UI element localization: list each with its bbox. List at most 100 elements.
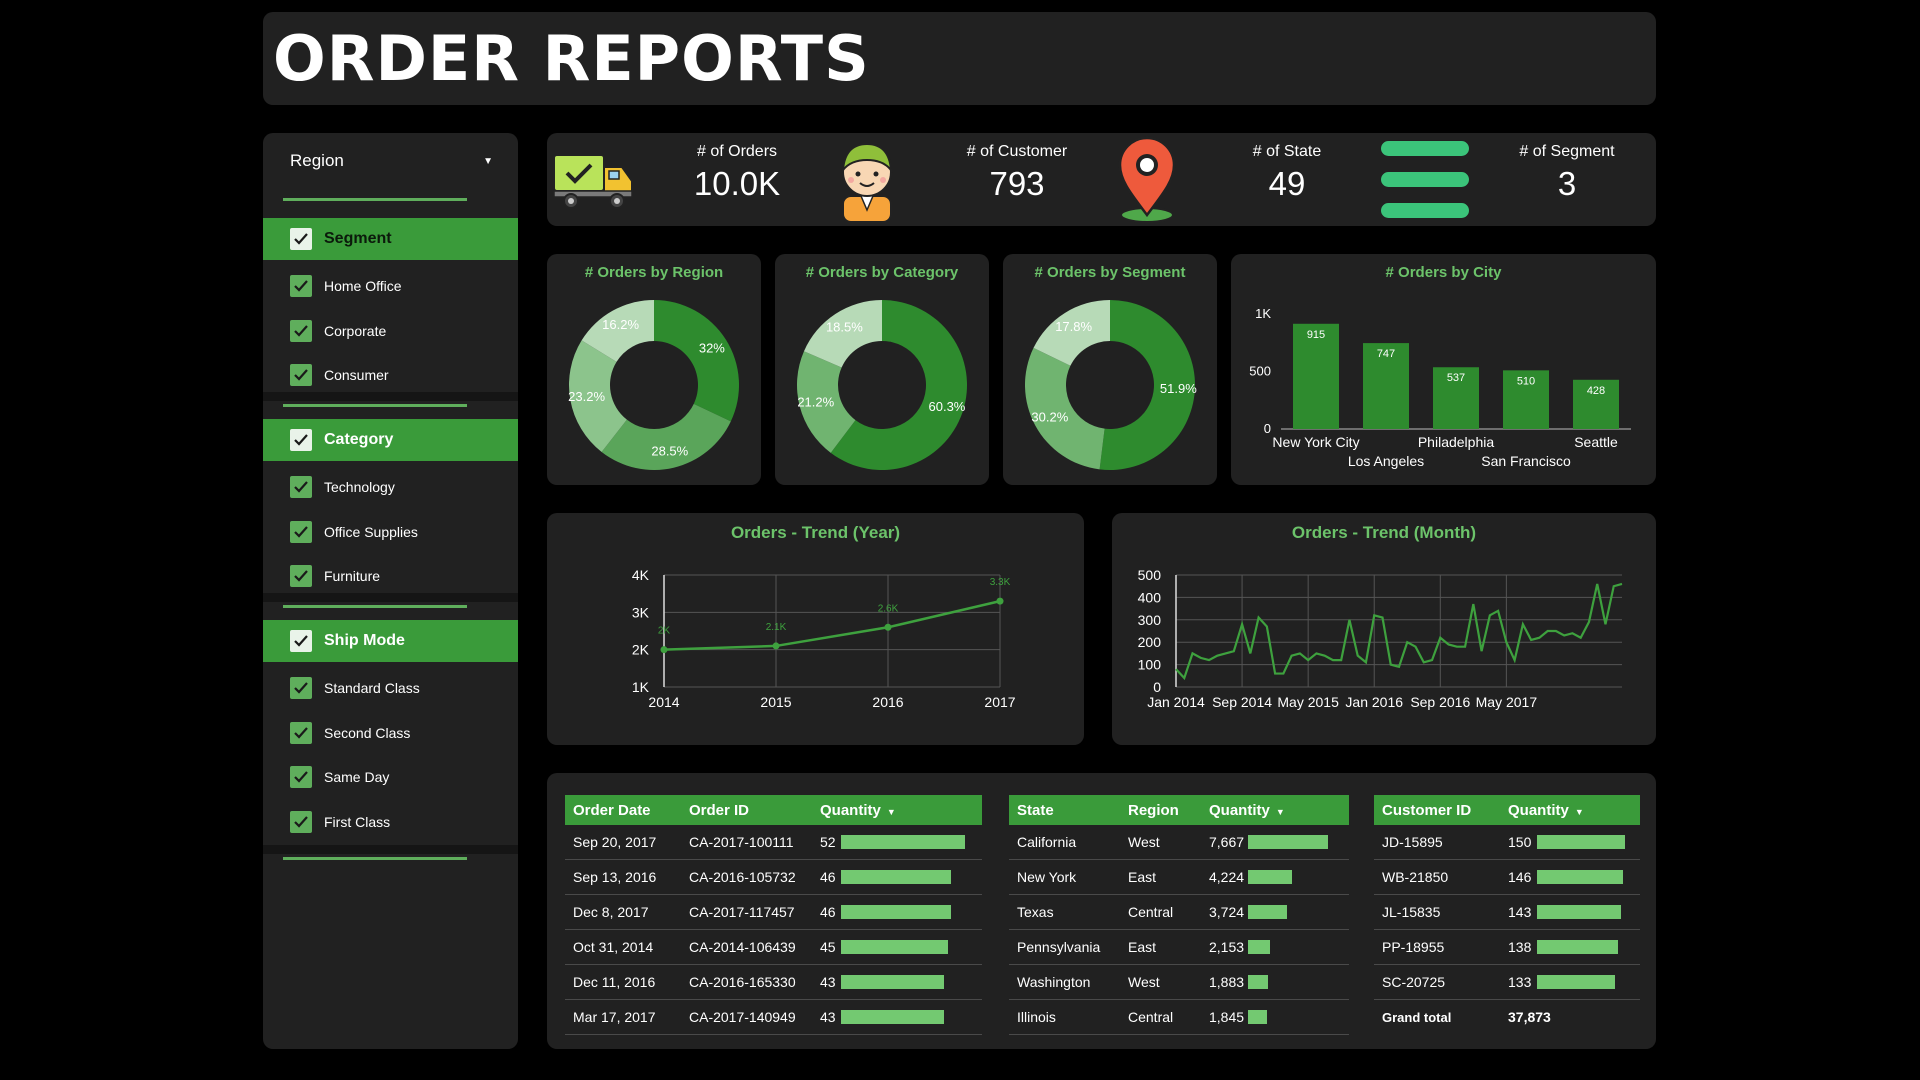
divider-band xyxy=(263,845,518,854)
table-row[interactable]: SC-20725 133 xyxy=(1374,964,1640,1000)
quantity-value: 138 xyxy=(1508,939,1532,955)
donut-slice[interactable] xyxy=(654,300,739,422)
table-row[interactable]: Pennsylvania East 2,153 xyxy=(1009,929,1349,965)
sort-desc-icon[interactable]: ▼ xyxy=(887,807,896,817)
col-quantity[interactable]: Quantity ▼ xyxy=(812,795,982,825)
quantity-cell: 150 xyxy=(1500,825,1640,860)
data-point[interactable] xyxy=(772,642,780,650)
table-row[interactable]: PP-18955 138 xyxy=(1374,929,1640,965)
filter-option[interactable]: Office Supplies xyxy=(290,519,418,545)
checkbox-checked-icon[interactable] xyxy=(290,275,312,297)
col-region[interactable]: Region xyxy=(1120,795,1201,825)
filter-option-label: First Class xyxy=(324,813,391,830)
col-customer-id[interactable]: Customer ID xyxy=(1374,795,1500,825)
quantity-cell: 52 xyxy=(812,825,982,860)
table-row[interactable]: Texas Central 3,724 xyxy=(1009,894,1349,930)
filter-option[interactable]: First Class xyxy=(290,809,390,835)
filter-option[interactable]: Consumer xyxy=(290,362,389,388)
filter-option[interactable]: Home Office xyxy=(290,273,402,299)
checkbox-checked-icon[interactable] xyxy=(290,228,312,250)
quantity-bar xyxy=(1537,870,1623,884)
table-row[interactable]: Oct 31, 2014 CA-2014-106439 45 xyxy=(565,929,982,965)
region-dropdown-label: Region xyxy=(290,151,344,170)
quantity-cell: 43 xyxy=(812,964,982,1000)
chevron-down-icon[interactable]: ▼ xyxy=(483,156,493,167)
col-order-date[interactable]: Order Date xyxy=(565,795,681,825)
col-quantity[interactable]: Quantity ▼ xyxy=(1201,795,1349,825)
data-point[interactable] xyxy=(996,597,1004,605)
table-row[interactable]: Sep 20, 2017 CA-2017-100111 52 xyxy=(565,825,982,860)
col-order-id[interactable]: Order ID xyxy=(681,795,812,825)
table-row[interactable]: New York East 4,224 xyxy=(1009,859,1349,895)
table-row[interactable]: Dec 8, 2017 CA-2017-117457 46 xyxy=(565,894,982,930)
stacked-bars-icon xyxy=(1381,141,1469,218)
table-row[interactable]: Mar 17, 2017 CA-2017-140949 43 xyxy=(565,999,982,1035)
table-row[interactable]: Sep 13, 2016 CA-2016-105732 46 xyxy=(565,859,982,895)
checkbox-checked-icon[interactable] xyxy=(290,364,312,386)
filter-option[interactable]: Same Day xyxy=(290,764,389,790)
table-row[interactable]: WB-21850 146 xyxy=(1374,859,1640,895)
sort-desc-icon[interactable]: ▼ xyxy=(1276,807,1285,817)
col-quantity[interactable]: Quantity ▼ xyxy=(1500,795,1640,825)
data-label: 2K xyxy=(658,626,671,637)
data-point[interactable] xyxy=(660,646,668,654)
table-row[interactable]: California West 7,667 xyxy=(1009,825,1349,860)
table-row[interactable]: Illinois Central 1,845 xyxy=(1009,999,1349,1035)
quantity-cell: 45 xyxy=(812,929,982,965)
table-row[interactable]: JL-15835 143 xyxy=(1374,894,1640,930)
filter-option[interactable]: Standard Class xyxy=(290,675,420,701)
checkbox-checked-icon[interactable] xyxy=(290,630,312,652)
slice-label: 32% xyxy=(699,340,725,355)
filter-option-label: Furniture xyxy=(324,568,381,584)
filter-option[interactable]: Corporate xyxy=(290,318,386,344)
donut-slice[interactable] xyxy=(1025,347,1105,470)
x-tick-label: May 2015 xyxy=(1277,694,1339,710)
data-label: 3.3K xyxy=(990,577,1011,588)
quantity-value: 43 xyxy=(820,974,836,990)
checkbox-checked-icon[interactable] xyxy=(290,721,312,744)
orders-trend-year-line-chart: 1K 2K 3K 4K 2014 2015 2016 2017 2K 2.1K 2.6K 3.3K xyxy=(632,567,1016,710)
col-quantity-label: Quantity xyxy=(1508,801,1569,819)
bar-value-label: 428 xyxy=(1587,385,1605,397)
slice-label: 16.2% xyxy=(602,317,639,332)
col-state[interactable]: State xyxy=(1009,795,1120,825)
checkbox-checked-icon[interactable] xyxy=(290,677,312,699)
checkbox-checked-icon[interactable] xyxy=(290,476,312,498)
checkbox-checked-icon[interactable] xyxy=(290,520,312,543)
table-row[interactable]: JD-15895 150 xyxy=(1374,825,1640,860)
region-dropdown[interactable]: Region ▼ xyxy=(263,133,518,189)
x-tick-label: Sep 2014 xyxy=(1212,694,1272,710)
quantity-bar xyxy=(1248,975,1268,989)
y-tick-label: 300 xyxy=(1138,612,1162,628)
filter-group-category[interactable]: Category xyxy=(263,419,518,461)
quantity-value: 143 xyxy=(1508,904,1532,920)
filter-group-ship-mode[interactable]: Ship Mode xyxy=(263,620,518,662)
filter-group-segment[interactable]: Segment xyxy=(263,218,518,260)
y-tick-label: 100 xyxy=(1138,657,1162,673)
checkbox-checked-icon[interactable] xyxy=(290,319,312,342)
checkbox-checked-icon[interactable] xyxy=(290,429,312,451)
kpi-label: # of Orders xyxy=(696,143,778,160)
sort-desc-icon[interactable]: ▼ xyxy=(1575,807,1584,817)
filter-option[interactable]: Technology xyxy=(290,474,395,500)
data-point[interactable] xyxy=(884,623,892,631)
y-tick-label: 1K xyxy=(1255,306,1271,321)
y-tick-label: 200 xyxy=(1138,634,1162,650)
checkbox-checked-icon[interactable] xyxy=(290,810,312,833)
table-row[interactable]: Washington West 1,883 xyxy=(1009,964,1349,1000)
x-tick-label: May 2017 xyxy=(1476,694,1538,710)
filter-option[interactable]: Furniture xyxy=(290,563,380,589)
order-id-cell: CA-2014-106439 xyxy=(681,929,812,965)
slice-label: 23.2% xyxy=(568,389,605,404)
donut-slice[interactable] xyxy=(601,403,731,470)
filter-option[interactable]: Second Class xyxy=(290,720,410,746)
order-date-cell: Sep 20, 2017 xyxy=(565,825,681,860)
checkbox-checked-icon[interactable] xyxy=(290,766,312,788)
quantity-value: 52 xyxy=(820,834,836,850)
table-row[interactable]: Dec 11, 2016 CA-2016-165330 43 xyxy=(565,964,982,1000)
quantity-value: 2,153 xyxy=(1209,939,1245,955)
bar-value-label: 747 xyxy=(1377,348,1395,360)
checkbox-checked-icon[interactable] xyxy=(290,565,312,587)
filter-group-label: Ship Mode xyxy=(324,632,405,649)
filter-group-label: Segment xyxy=(324,230,392,247)
